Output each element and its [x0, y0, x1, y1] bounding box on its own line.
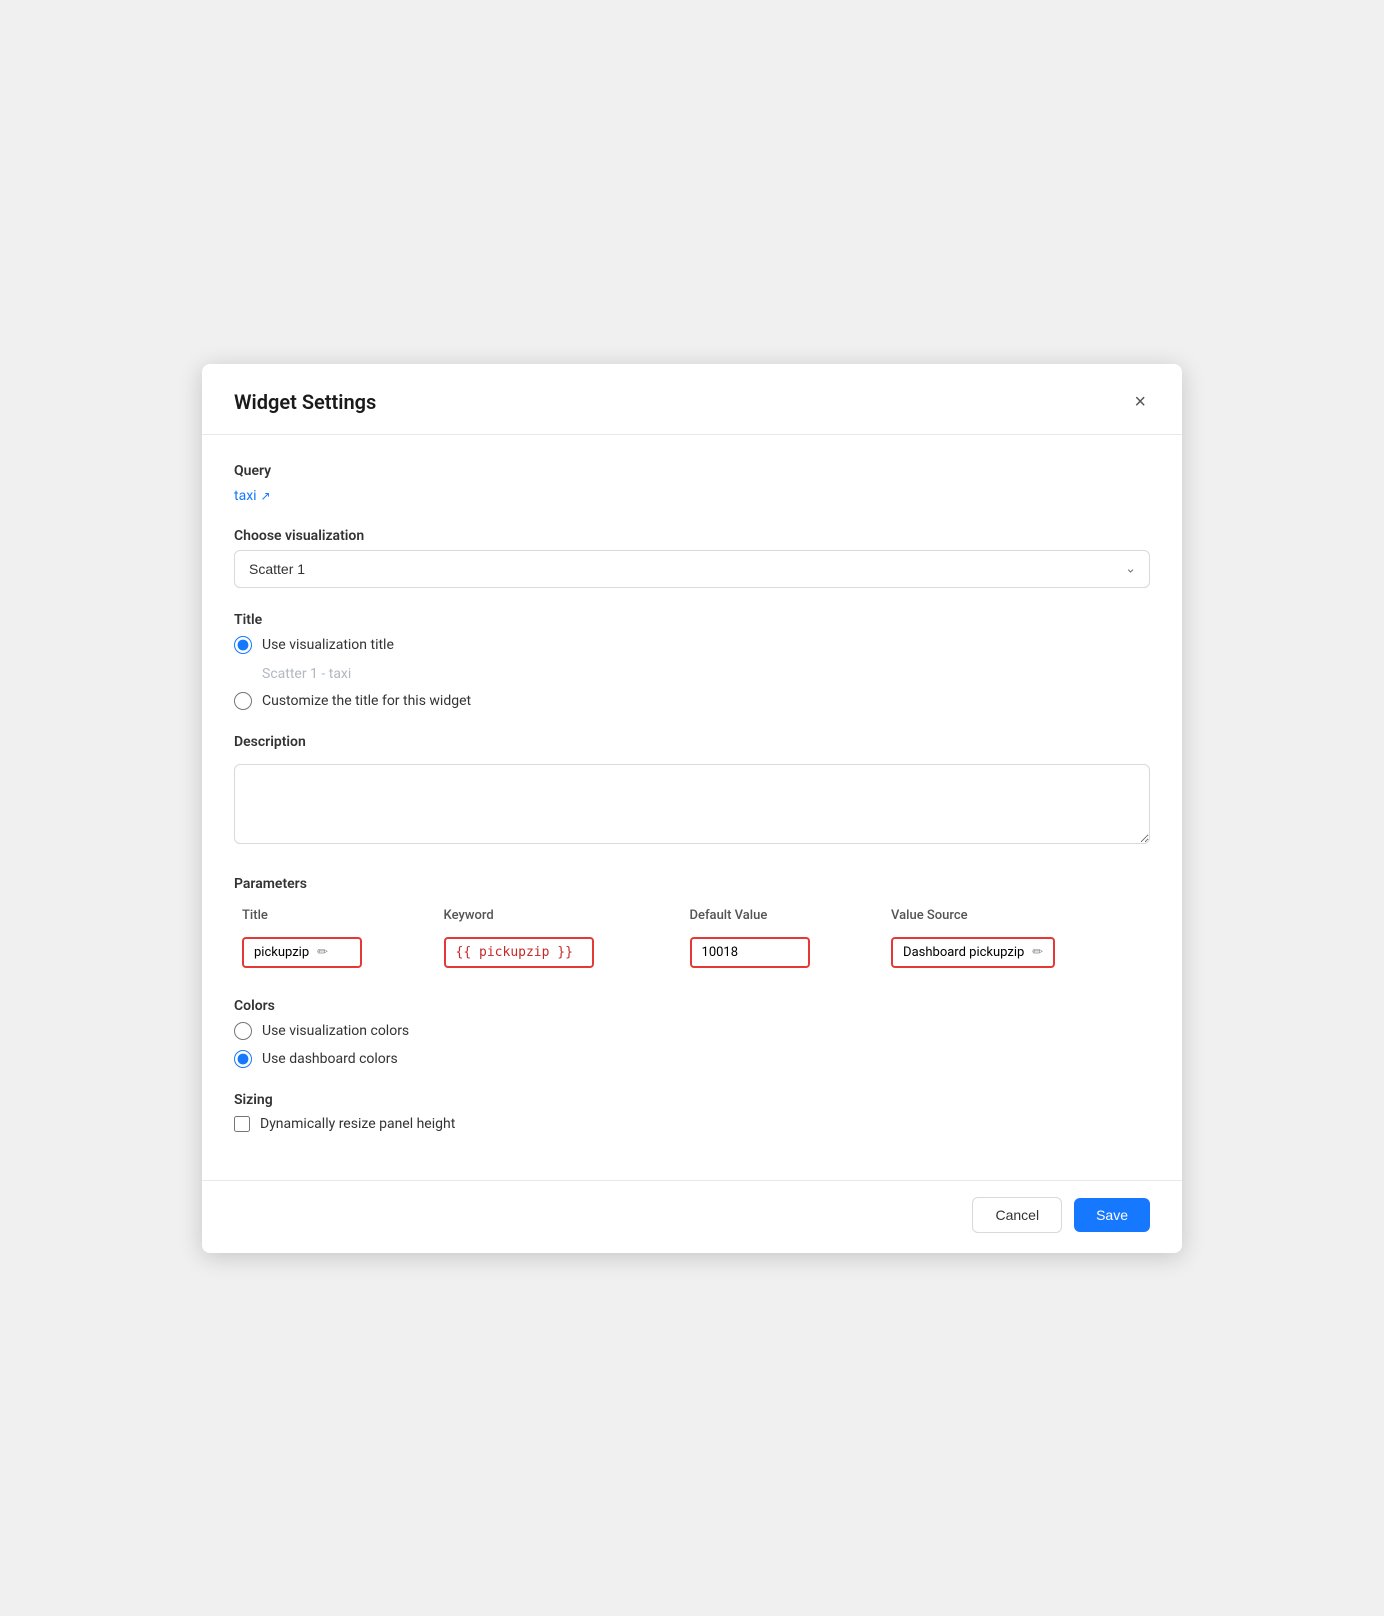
save-button[interactable]: Save	[1074, 1198, 1150, 1232]
widget-settings-modal: Widget Settings × Query taxi ↗ Choose vi…	[202, 364, 1182, 1253]
description-label: Description	[234, 734, 1150, 750]
dynamic-resize-label: Dynamically resize panel height	[260, 1116, 455, 1132]
col-keyword: Keyword	[436, 902, 682, 931]
param-keyword-text: {{ pickupzip }}	[456, 945, 573, 960]
dynamic-resize-checkbox[interactable]	[234, 1116, 250, 1132]
customize-title-radio[interactable]	[234, 692, 252, 710]
param-source-edit-icon[interactable]: ✏	[1032, 945, 1043, 960]
param-default-cell: 10018	[682, 931, 884, 974]
modal-body: Query taxi ↗ Choose visualization Scatte…	[202, 435, 1182, 1180]
colors-label: Colors	[234, 998, 1150, 1014]
visualization-label: Choose visualization	[234, 528, 1150, 544]
colors-radio-group: Use visualization colors Use dashboard c…	[234, 1022, 1150, 1068]
param-title-edit-icon[interactable]: ✏	[317, 945, 328, 960]
modal-footer: Cancel Save	[202, 1180, 1182, 1253]
param-keyword-value: {{ pickupzip }}	[444, 937, 594, 968]
use-dashboard-colors-option[interactable]: Use dashboard colors	[234, 1050, 1150, 1068]
param-default-value: 10018	[690, 937, 810, 968]
parameters-label: Parameters	[234, 876, 1150, 892]
param-default-text: 10018	[702, 945, 739, 960]
param-source-cell: Dashboard pickupzip ✏	[883, 931, 1150, 974]
parameters-table: Title Keyword Default Value Value Source…	[234, 902, 1150, 974]
query-section: Query taxi ↗	[234, 463, 1150, 504]
sizing-section: Sizing Dynamically resize panel height	[234, 1092, 1150, 1132]
query-label: Query	[234, 463, 1150, 479]
title-label: Title	[234, 612, 1150, 628]
modal-header: Widget Settings ×	[202, 364, 1182, 435]
description-section: Description	[234, 734, 1150, 848]
customize-title-option[interactable]: Customize the title for this widget	[234, 692, 1150, 710]
description-textarea[interactable]	[234, 764, 1150, 844]
title-radio-group: Use visualization title Scatter 1 - taxi…	[234, 636, 1150, 710]
params-header-row: Title Keyword Default Value Value Source	[234, 902, 1150, 931]
table-row: pickupzip ✏ {{ pickupzip }} 10018	[234, 931, 1150, 974]
col-title: Title	[234, 902, 436, 931]
param-title-value: pickupzip ✏	[242, 937, 362, 968]
colors-section: Colors Use visualization colors Use dash…	[234, 998, 1150, 1068]
col-default-value: Default Value	[682, 902, 884, 931]
param-source-text: Dashboard pickupzip	[903, 945, 1024, 960]
query-link[interactable]: taxi ↗	[234, 488, 271, 504]
param-title-cell: pickupzip ✏	[234, 931, 436, 974]
close-button[interactable]: ×	[1130, 388, 1150, 416]
title-section: Title Use visualization title Scatter 1 …	[234, 612, 1150, 710]
use-viz-colors-option[interactable]: Use visualization colors	[234, 1022, 1150, 1040]
parameters-section: Parameters Title Keyword Default Value V…	[234, 876, 1150, 974]
visualization-select[interactable]: Scatter 1 Scatter 2 Bar Chart Line Chart	[234, 550, 1150, 588]
customize-title-label: Customize the title for this widget	[262, 693, 471, 709]
viz-title-placeholder: Scatter 1 - taxi	[262, 666, 1150, 682]
dynamic-resize-option[interactable]: Dynamically resize panel height	[234, 1116, 1150, 1132]
use-viz-title-radio[interactable]	[234, 636, 252, 654]
param-title-text: pickupzip	[254, 945, 309, 960]
visualization-select-wrapper: Scatter 1 Scatter 2 Bar Chart Line Chart…	[234, 550, 1150, 588]
use-dashboard-colors-radio[interactable]	[234, 1050, 252, 1068]
col-value-source: Value Source	[883, 902, 1150, 931]
query-link-text: taxi	[234, 488, 257, 504]
external-link-icon: ↗	[261, 489, 271, 503]
param-source-value: Dashboard pickupzip ✏	[891, 937, 1055, 968]
use-viz-colors-radio[interactable]	[234, 1022, 252, 1040]
param-keyword-cell: {{ pickupzip }}	[436, 931, 682, 974]
visualization-section: Choose visualization Scatter 1 Scatter 2…	[234, 528, 1150, 588]
use-viz-title-option[interactable]: Use visualization title	[234, 636, 1150, 654]
use-viz-title-label: Use visualization title	[262, 637, 394, 653]
use-dashboard-colors-label: Use dashboard colors	[262, 1051, 398, 1067]
use-viz-colors-label: Use visualization colors	[262, 1023, 409, 1039]
cancel-button[interactable]: Cancel	[972, 1197, 1062, 1233]
sizing-label: Sizing	[234, 1092, 1150, 1108]
modal-title: Widget Settings	[234, 390, 376, 414]
